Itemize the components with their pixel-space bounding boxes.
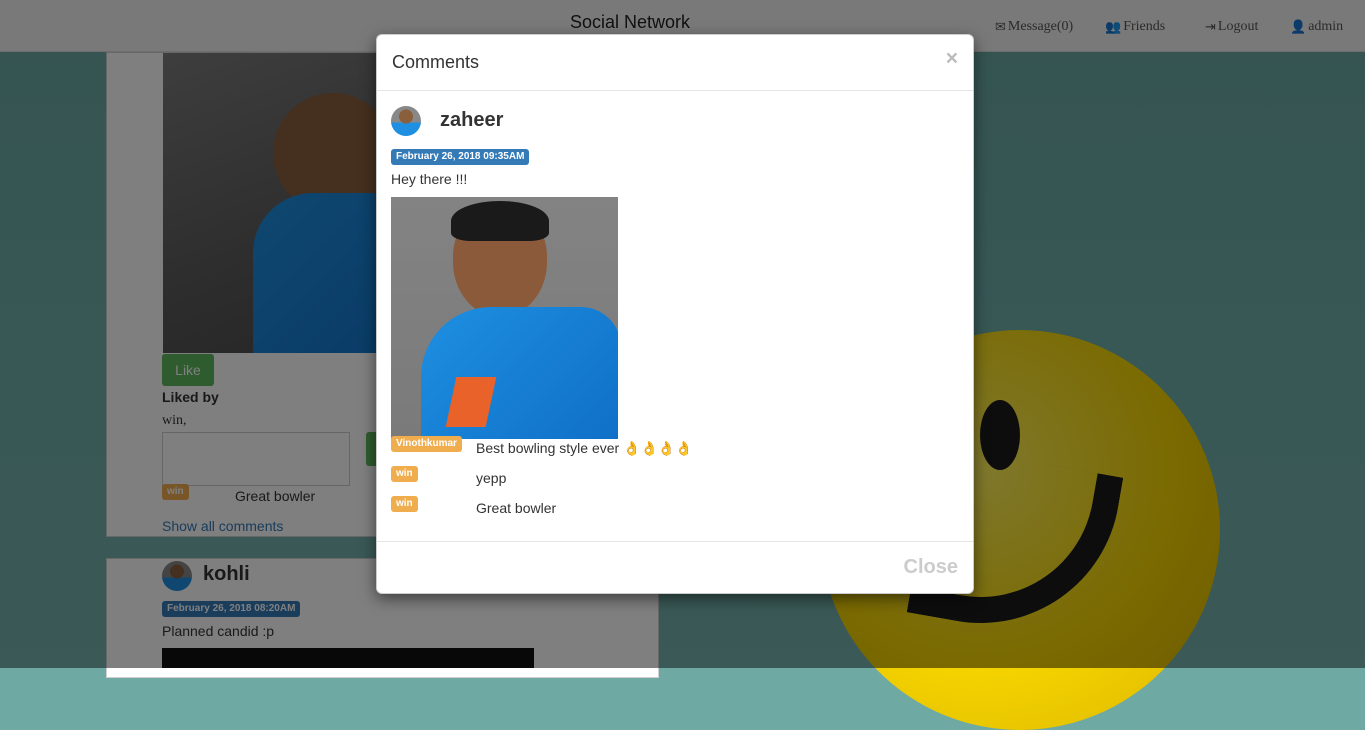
comment-text: Great bowler	[476, 500, 557, 516]
comment-text: Best bowling style ever 👌👌👌👌	[476, 440, 693, 456]
modal-title: Comments	[392, 52, 480, 72]
photo-hair	[451, 201, 549, 241]
avatar	[391, 106, 421, 136]
post-text: Hey there !!!	[391, 171, 468, 187]
comment-user-badge: Vinothkumar	[391, 436, 462, 452]
comment-user-badge: win	[391, 496, 418, 512]
modal-footer: Close	[377, 541, 973, 593]
comment-text: yepp	[476, 470, 507, 486]
modal-body: zaheer February 26, 2018 09:35AM Hey the…	[377, 91, 973, 543]
post-author[interactable]: zaheer	[440, 109, 503, 132]
modal-header: Comments ×	[377, 35, 973, 91]
close-button[interactable]: Close	[904, 556, 958, 579]
post-date-badge: February 26, 2018 09:35AM	[391, 149, 530, 165]
close-icon[interactable]: ×	[946, 47, 958, 71]
post-image[interactable]	[391, 197, 618, 439]
comments-modal: Comments × zaheer February 26, 2018 09:3…	[376, 34, 974, 594]
comment-user-badge: win	[391, 466, 418, 482]
